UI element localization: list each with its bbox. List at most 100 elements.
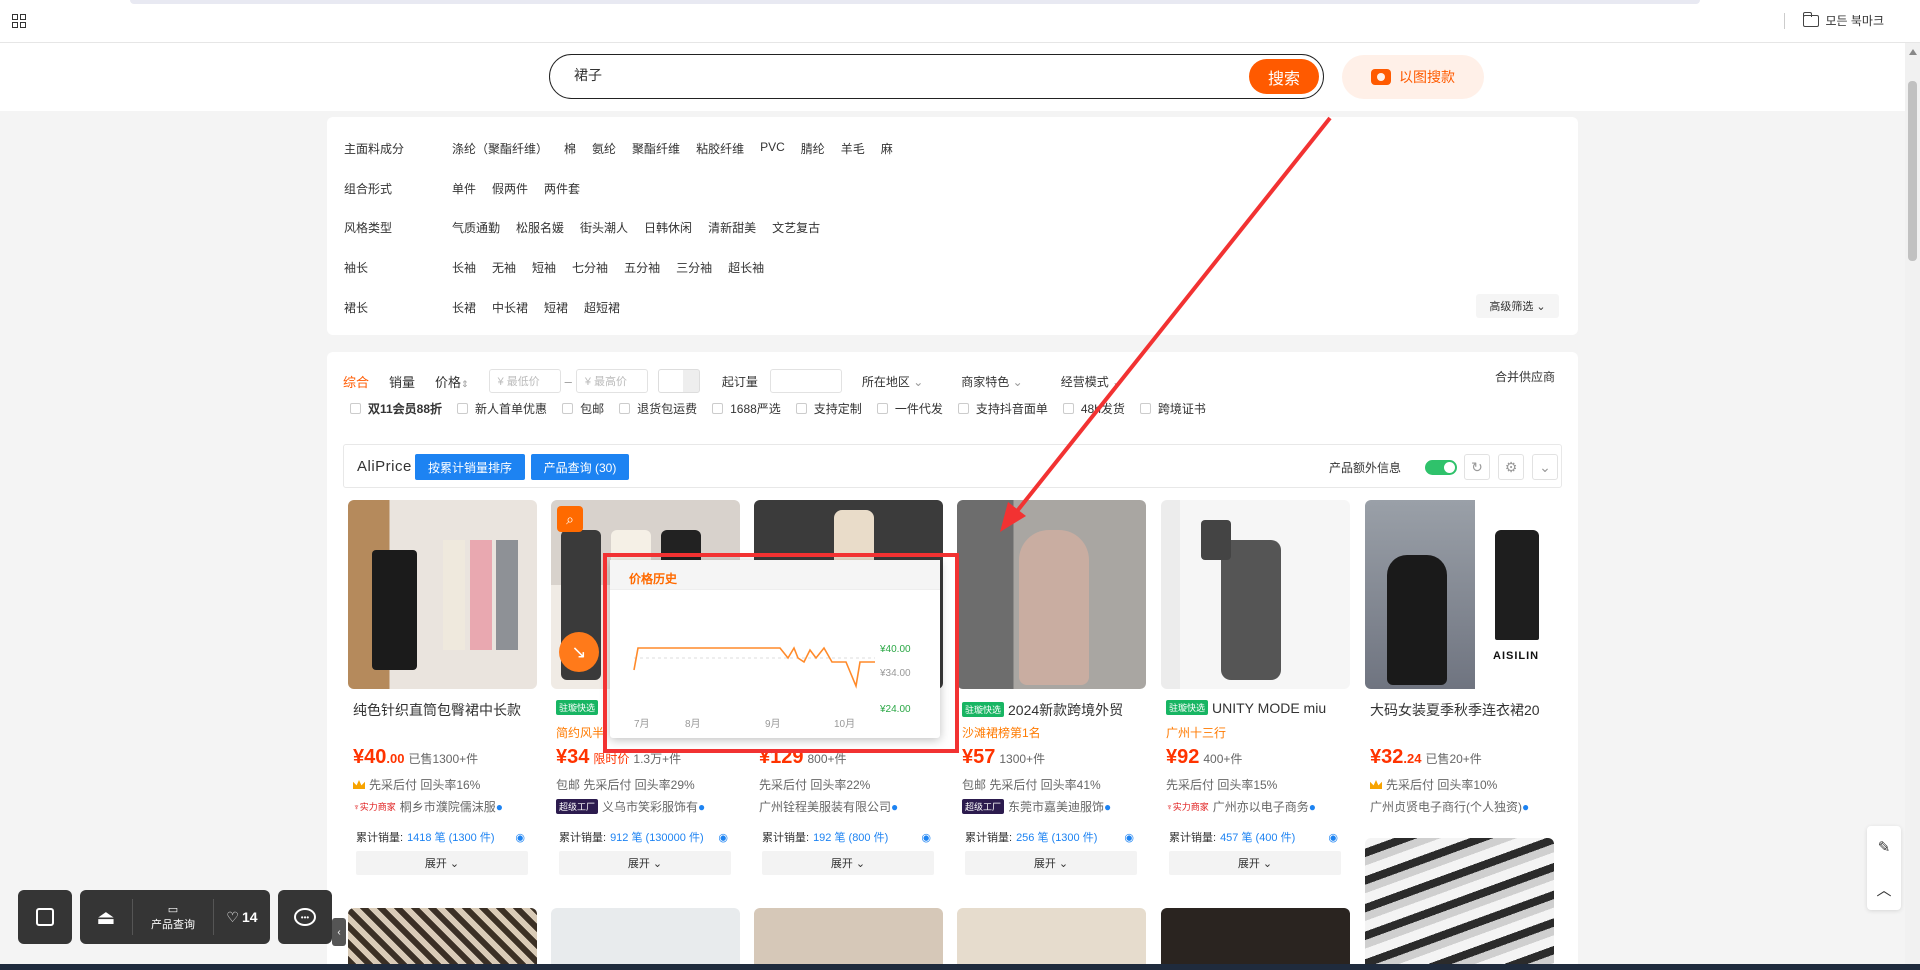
sort-by-sales-button[interactable]: 按累计销量排序 (415, 454, 525, 480)
edit-icon[interactable]: ✎ (1867, 826, 1901, 868)
checkbox-box[interactable] (1062, 403, 1074, 414)
price-max-input[interactable]: ¥ 最高价 (575, 369, 648, 393)
filter-option[interactable]: 长裙 (452, 299, 476, 316)
filter-option[interactable]: 松服名媛 (516, 219, 564, 236)
supplier-name[interactable]: 广州铨程美服装有限公司 (759, 798, 891, 815)
checkbox-48h[interactable]: 48h发货 (1062, 400, 1125, 417)
filter-option[interactable]: 聚酯纤维 (632, 140, 680, 157)
filter-option[interactable]: 麻 (881, 140, 893, 157)
product-card[interactable]: 驻璇快选 UNITY MODE miu 广州十三行 ¥92 400+件 先采后付 回… (1161, 500, 1350, 890)
product-title[interactable]: 驻璇快选 UNITY MODE miu (1166, 700, 1348, 716)
business-mode-dropdown[interactable]: 经营模式 ⌄ (1061, 373, 1122, 390)
collapse-icon[interactable]: ⏏ (80, 905, 132, 930)
product-image[interactable] (957, 908, 1146, 964)
checkbox-box[interactable] (1139, 403, 1151, 414)
expand-button[interactable]: 展开 ⌄ (762, 851, 934, 875)
product-image[interactable] (1161, 500, 1350, 689)
checkbox-double11[interactable]: 双11会员88折 (350, 400, 442, 417)
filter-option[interactable]: 气质通勤 (452, 219, 500, 236)
apps-grid-icon[interactable] (12, 14, 26, 28)
sort-default[interactable]: 综合 (343, 372, 369, 391)
scroll-up-arrow-icon[interactable] (1909, 49, 1917, 55)
checkbox-box[interactable] (619, 403, 631, 414)
merge-suppliers-toggle[interactable]: 合并供应商 (1495, 368, 1555, 385)
filter-option[interactable]: 超长袖 (728, 259, 764, 276)
trend-icon[interactable]: ◉ (1328, 831, 1338, 844)
filter-option[interactable]: 中长裙 (492, 299, 528, 316)
product-image[interactable] (348, 908, 537, 964)
filter-option[interactable]: 涤纶（聚酯纤维） (452, 140, 548, 157)
checkbox-box[interactable] (795, 403, 807, 414)
collapse-left-arrow-icon[interactable]: ‹ (332, 918, 346, 946)
scrollbar-thumb[interactable] (1908, 81, 1917, 261)
expand-button[interactable]: 展开 ⌄ (1169, 851, 1341, 875)
checkbox-crossborder[interactable]: 跨境证书 (1139, 400, 1206, 417)
product-query-button[interactable]: 产品查询 (30) (531, 454, 629, 480)
filter-option[interactable]: 无袖 (492, 259, 516, 276)
product-title[interactable]: 驻璇快选 2024新款跨境外贸 (962, 700, 1144, 720)
product-image[interactable] (551, 908, 740, 964)
product-title[interactable]: 纯色针织直筒包臀裙中长款 (353, 700, 535, 720)
filter-option[interactable]: 文艺复古 (772, 219, 820, 236)
filter-option[interactable]: 腈纶 (801, 140, 825, 157)
product-card[interactable]: 驻璇快选 2024新款跨境外贸 沙滩裙榜第1名 ¥57 1300+件 包邮 先采后付… (957, 500, 1146, 890)
filter-option[interactable]: 短裙 (544, 299, 568, 316)
trend-icon[interactable]: ◉ (515, 831, 525, 844)
checkbox-box[interactable] (457, 403, 469, 414)
filter-option[interactable]: 粘胶纤维 (696, 140, 744, 157)
supplier-name[interactable]: 广州亦以电子商务 (1213, 798, 1309, 815)
back-to-top-icon[interactable]: ︿ (1867, 868, 1901, 910)
filter-option[interactable]: 短袖 (532, 259, 556, 276)
chat-icon[interactable]: ● (1522, 800, 1529, 814)
gear-icon[interactable]: ⚙ (1498, 454, 1524, 480)
region-dropdown[interactable]: 所在地区 ⌄ (862, 373, 923, 390)
checkbox-freeship[interactable]: 包邮 (562, 400, 604, 417)
supplier-name[interactable]: 义乌市笑彩服饰有 (602, 798, 698, 815)
supplier-name[interactable]: 桐乡市濮院儒沫服 (400, 798, 496, 815)
checkbox-1688-select[interactable]: 1688严选 (712, 400, 781, 417)
filter-option[interactable]: 街头潮人 (580, 219, 628, 236)
filter-option[interactable]: 七分袖 (572, 259, 608, 276)
filter-option[interactable]: PVC (760, 140, 785, 157)
sort-sales[interactable]: 销量 (389, 372, 415, 391)
product-query-shortcut[interactable]: ▭ 产品查询 (133, 903, 213, 932)
filter-option[interactable]: 三分袖 (676, 259, 712, 276)
supplier-name[interactable]: 东莞市嘉美迪服饰 (1008, 798, 1104, 815)
chat-icon[interactable]: ● (891, 800, 898, 814)
product-image[interactable] (1161, 908, 1350, 964)
checkbox-return-freight[interactable]: 退货包运费 (619, 400, 697, 417)
chevron-down-icon[interactable]: ⌄ (1532, 454, 1558, 480)
product-card[interactable]: 纯色针织直筒包臀裙中长款 ¥40.00 已售1300+件 先采后付 回头率16% … (348, 500, 537, 890)
chat-button[interactable]: ••• (278, 890, 332, 944)
filter-option[interactable]: 单件 (452, 180, 476, 197)
search-icon[interactable]: ⌕ (557, 506, 583, 532)
chat-icon[interactable]: ● (698, 800, 705, 814)
checkbox-box[interactable] (876, 403, 888, 414)
product-image[interactable] (1365, 838, 1554, 964)
product-image[interactable]: AISILIN (1365, 500, 1554, 689)
expand-button[interactable]: 展开 ⌄ (965, 851, 1137, 875)
image-search-button[interactable]: 以图搜款 (1342, 55, 1484, 99)
search-button[interactable]: 搜索 (1249, 59, 1319, 94)
checkbox-box[interactable] (350, 403, 361, 414)
checkbox-custom[interactable]: 支持定制 (795, 400, 862, 417)
shopping-bag-button[interactable] (18, 890, 72, 944)
trend-icon[interactable]: ◉ (718, 831, 728, 844)
bookmarks-bar[interactable]: 모든 북마크 (1784, 11, 1884, 29)
trend-icon[interactable]: ◉ (1124, 831, 1134, 844)
filter-option[interactable]: 两件套 (544, 180, 580, 197)
product-image[interactable] (957, 500, 1146, 689)
price-history-icon[interactable]: ↘ (559, 632, 599, 672)
filter-option[interactable]: 氨纶 (592, 140, 616, 157)
checkbox-dropship[interactable]: 一件代发 (876, 400, 943, 417)
page-scrollbar[interactable] (1905, 43, 1920, 970)
filter-option[interactable]: 羊毛 (841, 140, 865, 157)
extra-info-toggle[interactable] (1425, 460, 1457, 475)
chat-icon[interactable]: ● (1104, 800, 1111, 814)
sort-price[interactable]: 价格⇕ (435, 372, 469, 391)
filter-option[interactable]: 清新甜美 (708, 219, 756, 236)
merchant-feature-dropdown[interactable]: 商家特色 ⌄ (961, 373, 1022, 390)
checkbox-box[interactable] (562, 403, 574, 414)
filter-option[interactable]: 日韩休闲 (644, 219, 692, 236)
trend-icon[interactable]: ◉ (921, 831, 931, 844)
